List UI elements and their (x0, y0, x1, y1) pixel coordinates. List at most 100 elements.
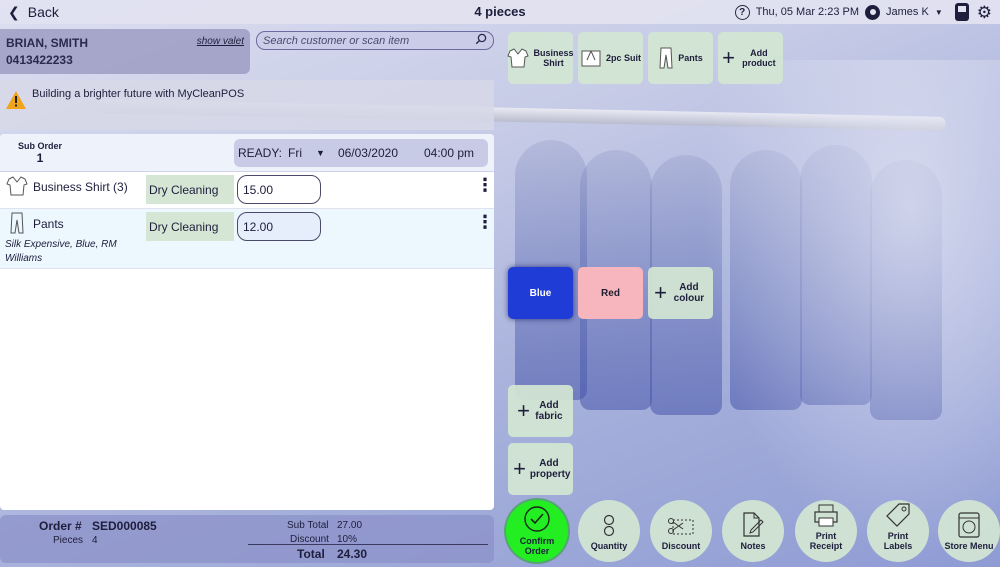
date-time: Thu, 05 Mar 2:23 PM (755, 6, 860, 18)
customer-panel[interactable]: BRIAN, SMITH 0413422233 show valet (0, 29, 250, 74)
quantity-label: Quantity (590, 541, 628, 551)
user-icon[interactable] (865, 4, 881, 20)
notes-label: Notes (740, 541, 766, 551)
tag-icon (886, 503, 910, 527)
pants-icon (659, 47, 673, 69)
chevron-down-icon[interactable]: ▼ (316, 148, 325, 158)
show-valet-link[interactable]: show valet (197, 36, 244, 47)
ready-time[interactable]: 04:00 pm (424, 146, 474, 160)
shirt-icon (6, 176, 28, 196)
price-input[interactable]: 12.00 (237, 212, 321, 241)
print-receipt-button[interactable]: Print Receipt (795, 500, 857, 562)
back-button[interactable]: ❮ Back (8, 4, 59, 21)
item-name: Pants (33, 217, 64, 231)
print-labels-button[interactable]: Print Labels (867, 500, 929, 562)
plus-icon: + (517, 398, 530, 423)
store-menu-button[interactable]: Store Menu (938, 500, 1000, 562)
product-label: Pants (678, 53, 703, 63)
check-circle-icon (524, 506, 550, 532)
search-icon[interactable] (475, 33, 487, 48)
shirt-icon (507, 48, 530, 68)
chevron-left-icon: ❮ (8, 3, 20, 20)
banner-message: Building a brighter future with MyCleanP… (32, 88, 245, 100)
suit-icon (581, 50, 601, 67)
product-pants-button[interactable]: Pants (648, 32, 713, 84)
info-banner: Building a brighter future with MyCleanP… (0, 80, 494, 130)
search-placeholder: Search customer or scan item (263, 34, 410, 47)
sub-order-indicator[interactable]: Sub Order 1 (0, 141, 80, 165)
ready-day: Fri (288, 146, 303, 160)
store-menu-label: Store Menu (944, 541, 994, 551)
washing-machine-icon (958, 512, 980, 538)
ready-label: READY: (238, 146, 283, 160)
order-item[interactable]: Business Shirt (3) Dry Cleaning 15.00 ⋮ (0, 172, 494, 209)
top-bar: ❮ Back 4 pieces ? Thu, 05 Mar 2:23 PM Ja… (0, 0, 1000, 24)
plus-icon: + (654, 280, 667, 305)
scissors-coupon-icon (668, 518, 694, 535)
colour-label: Add colour (673, 282, 705, 304)
add-colour-button[interactable]: + Add colour (648, 267, 713, 319)
chevron-down-icon[interactable]: ▼ (935, 8, 943, 17)
more-options-icon[interactable]: ⋮ (476, 213, 494, 231)
item-name: Business Shirt (3) (33, 180, 128, 194)
notes-icon (743, 512, 764, 537)
colour-blue-button[interactable]: Blue (508, 267, 573, 319)
plus-icon: + (722, 45, 735, 70)
gear-icon[interactable]: ⚙ (977, 4, 992, 21)
search-input[interactable]: Search customer or scan item (256, 31, 494, 50)
subtotal-value: 27.00 (337, 520, 363, 531)
summary-divider (248, 544, 488, 545)
subtotal-label: Sub Total (287, 520, 329, 531)
discount-button[interactable]: Discount (650, 500, 712, 562)
discount-action-label: Discount (661, 541, 701, 551)
colour-label: Red (601, 287, 620, 299)
notes-button[interactable]: Notes (722, 500, 784, 562)
add-fabric-button[interactable]: + Add fabric (508, 385, 573, 437)
ready-date: 06/03/2020 (337, 146, 398, 160)
ready-date-selector[interactable]: READY: Fri ▼ 06/03/2020 04:00 pm (234, 139, 488, 167)
add-product-button[interactable]: + Add product (718, 32, 783, 84)
order-panel: Sub Order 1 READY: Fri ▼ 06/03/2020 04:0… (0, 134, 494, 510)
order-summary: Order # SED000085 Pieces 4 Sub Total 27.… (0, 515, 494, 563)
product-label: Business Shirt (533, 48, 574, 68)
quantity-icon (603, 514, 615, 537)
pieces-count: 4 (92, 535, 98, 546)
customer-phone: 0413422233 (6, 53, 73, 67)
back-label: Back (27, 4, 59, 20)
printer-icon (814, 504, 838, 527)
print-receipt-label: Print Receipt (809, 531, 843, 551)
sub-order-number: 1 (36, 150, 44, 165)
plus-icon: + (513, 456, 526, 481)
product-2pc-suit-button[interactable]: 2pc Suit (578, 32, 643, 84)
add-property-label: Add property (529, 458, 571, 480)
product-label: Add product (742, 48, 776, 68)
confirm-order-label: Confirm Order (519, 536, 555, 556)
more-options-icon[interactable]: ⋮ (476, 176, 494, 194)
price-input[interactable]: 15.00 (237, 175, 321, 204)
pants-icon (10, 212, 24, 234)
order-item[interactable]: Pants Silk Expensive, Blue, RM Williams … (0, 209, 494, 269)
sub-order-label: Sub Order (17, 140, 62, 151)
device-icon[interactable] (954, 3, 969, 21)
warning-icon (6, 91, 26, 109)
colour-label: Blue (529, 287, 552, 299)
confirm-order-button[interactable]: Confirm Order (506, 500, 568, 562)
product-business-shirt-button[interactable]: Business Shirt (507, 32, 574, 84)
service-type[interactable]: Dry Cleaning (146, 175, 234, 204)
sub-order-header: Sub Order 1 READY: Fri ▼ 06/03/2020 04:0… (0, 134, 494, 172)
total-label: Total (297, 547, 325, 561)
user-name[interactable]: James K (886, 6, 929, 18)
service-type[interactable]: Dry Cleaning (146, 212, 234, 241)
colour-red-button[interactable]: Red (578, 267, 643, 319)
quantity-button[interactable]: Quantity (578, 500, 640, 562)
print-labels-label: Print Labels (883, 531, 913, 551)
add-fabric-label: Add fabric (535, 400, 563, 422)
add-property-button[interactable]: + Add property (508, 443, 573, 495)
pieces-label: Pieces (53, 535, 84, 546)
help-icon[interactable]: ? (734, 4, 750, 20)
order-number: SED000085 (92, 519, 157, 533)
item-details: Silk Expensive, Blue, RM Williams (5, 239, 117, 264)
order-number-label: Order # (39, 519, 82, 533)
product-label: 2pc Suit (605, 53, 641, 63)
total-value: 24.30 (337, 547, 368, 561)
